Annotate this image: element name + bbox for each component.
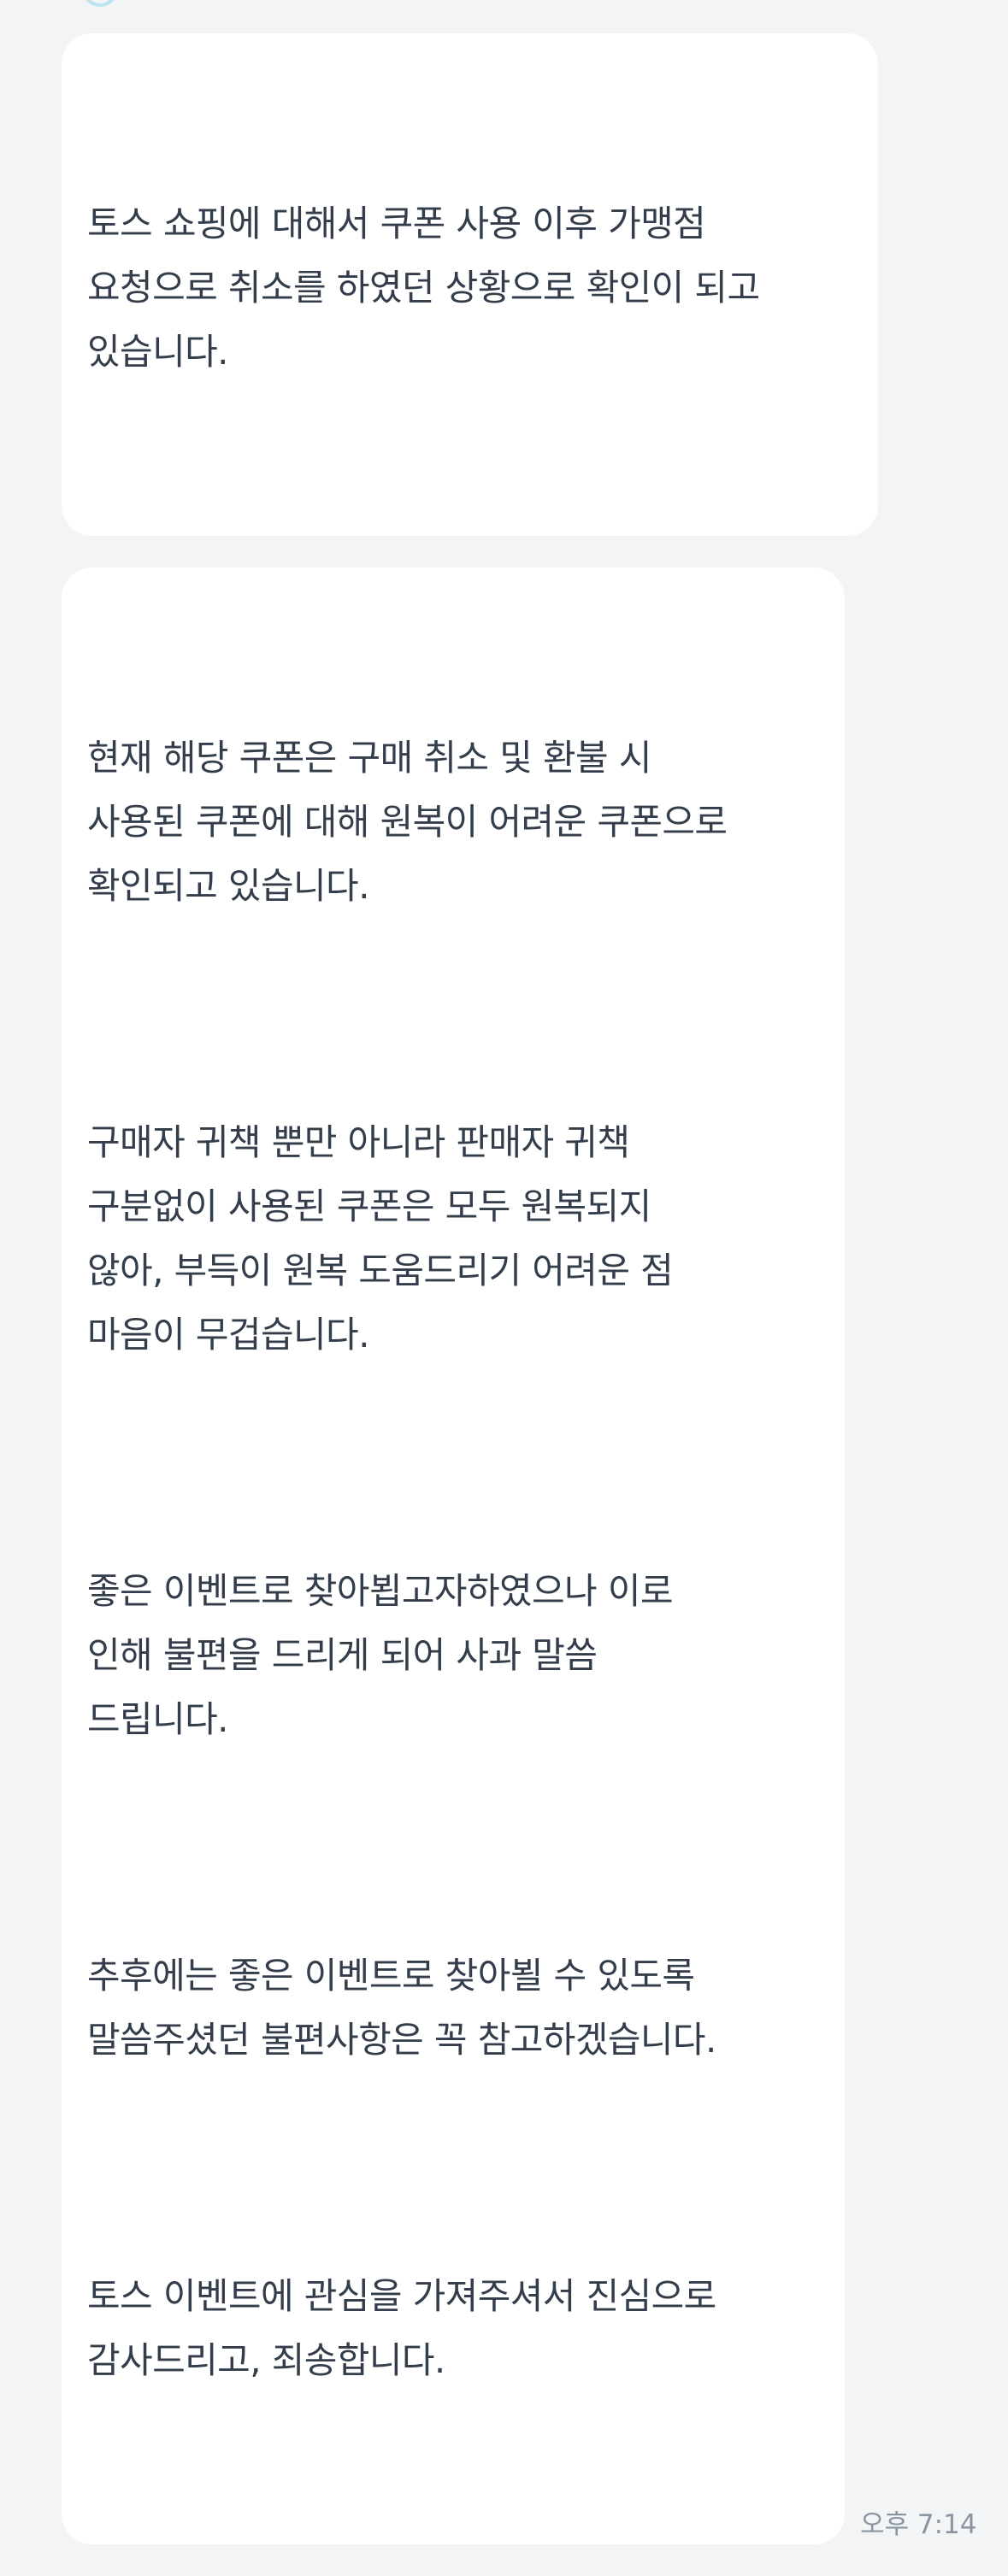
message-text: 토스 쇼핑에 대해서 쿠폰 사용 이후 가맹점 요청으로 취소를 하였던 상황으… [87,203,760,373]
message-paragraph: 구매자 귀책 뿐만 아니라 판매자 귀책 구분없이 사용된 쿠폰은 모두 원복되… [87,1121,674,1356]
sender-avatar[interactable] [82,0,118,7]
chat-message-list: 토스 쇼핑에 대해서 쿠폰 사용 이후 가맹점 요청으로 취소를 하였던 상황으… [62,33,985,2576]
message-paragraph: 현재 해당 쿠폰은 구매 취소 및 환불 시 사용된 쿠폰에 대해 원복이 어려… [87,737,728,907]
message-paragraph: 좋은 이벤트로 찾아뵙고자하였으나 이로 인해 불편을 드리게 되어 사과 말씀… [87,1570,674,1740]
message-row: 현재 해당 쿠폰은 구매 취소 및 환불 시 사용된 쿠폰에 대해 원복이 어려… [62,568,985,2544]
message-bubble[interactable]: 현재 해당 쿠폰은 구매 취소 및 환불 시 사용된 쿠폰에 대해 원복이 어려… [62,568,845,2544]
message-paragraph: 토스 이벤트에 관심을 가져주셔서 진심으로 감사드리고, 죄송합니다. [87,2275,716,2381]
message-timestamp: 오후 7:14 [860,2509,977,2540]
message-paragraph: 추후에는 좋은 이벤트로 찾아뵐 수 있도록 말씀주셨던 불편사항은 꼭 참고하… [87,1955,716,2061]
message-row: 토스 쇼핑에 대해서 쿠폰 사용 이후 가맹점 요청으로 취소를 하였던 상황으… [62,33,985,536]
message-bubble[interactable]: 토스 쇼핑에 대해서 쿠폰 사용 이후 가맹점 요청으로 취소를 하였던 상황으… [62,33,878,536]
